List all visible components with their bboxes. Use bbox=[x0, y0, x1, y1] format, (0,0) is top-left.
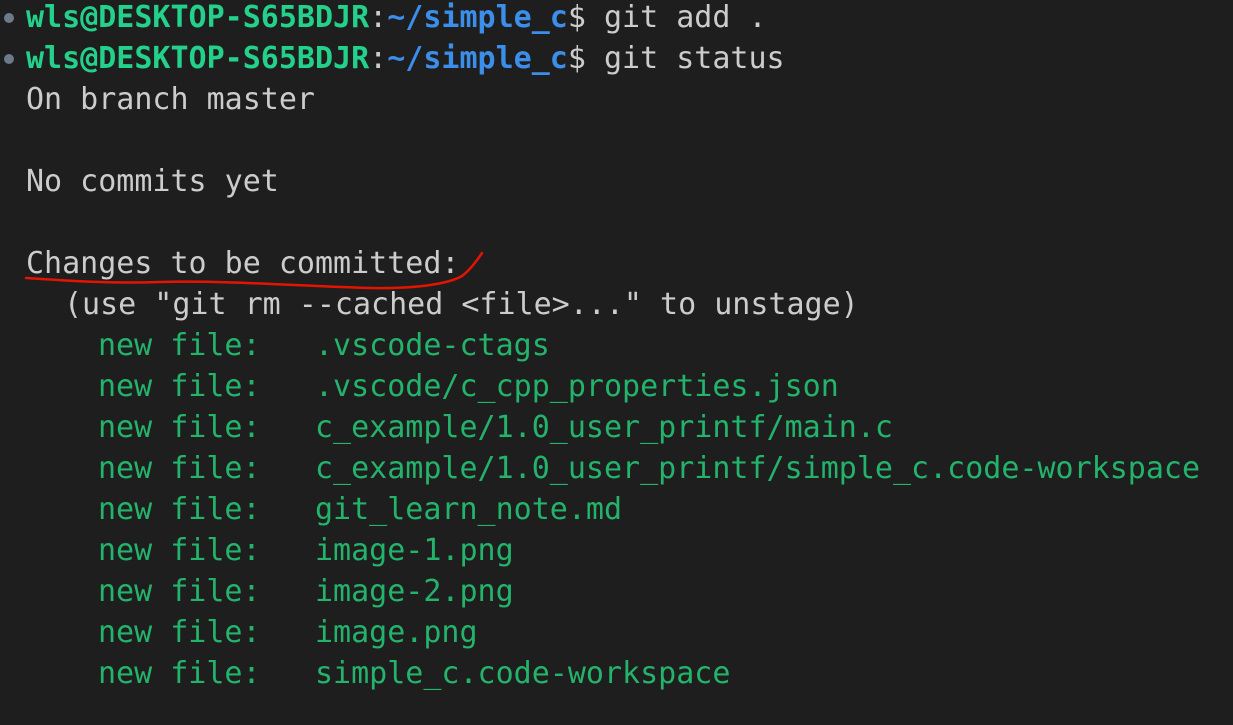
file-status: new file: bbox=[98, 410, 261, 445]
staged-file-row: new file: .vscode-ctags bbox=[98, 325, 550, 366]
file-status: new file: bbox=[98, 656, 261, 691]
staged-file-row: new file: git_learn_note.md bbox=[98, 489, 622, 530]
file-path: image-2.png bbox=[315, 574, 514, 609]
prompt-dollar: $ bbox=[567, 41, 586, 76]
file-path: .vscode/c_cpp_properties.json bbox=[315, 369, 839, 404]
prompt-user: wls@DESKTOP-S65BDJR bbox=[26, 41, 370, 76]
file-path: simple_c.code-workspace bbox=[315, 656, 731, 691]
command-decoration-icon[interactable] bbox=[4, 54, 14, 64]
file-path: .vscode-ctags bbox=[315, 328, 550, 363]
staged-file-row: new file: c_example/1.0_user_printf/simpl… bbox=[98, 448, 1200, 489]
file-status: new file: bbox=[98, 328, 261, 363]
prompt-user: wls@DESKTOP-S65BDJR bbox=[26, 0, 370, 35]
staged-file-row: new file: image-1.png bbox=[98, 530, 514, 571]
file-status: new file: bbox=[98, 369, 261, 404]
staged-file-row: new file: image.png bbox=[98, 612, 478, 653]
commits-line: No commits yet bbox=[26, 164, 279, 199]
prompt-line-1: wls@DESKTOP-S65BDJR:~/simple_c$ git add … bbox=[26, 0, 767, 38]
unstage-hint: (use "git rm --cached <file>..." to unst… bbox=[64, 287, 859, 322]
prompt-command: git status bbox=[585, 41, 785, 76]
prompt-path: ~/simple_c bbox=[387, 41, 568, 76]
file-status: new file: bbox=[98, 533, 261, 568]
prompt-colon: : bbox=[369, 0, 388, 35]
prompt-line-2: wls@DESKTOP-S65BDJR:~/simple_c$ git stat… bbox=[26, 38, 785, 79]
staged-file-row: new file: .vscode/c_cpp_properties.json bbox=[98, 366, 839, 407]
changes-header: Changes to be committed: bbox=[26, 246, 460, 281]
prompt-dollar: $ bbox=[567, 0, 586, 35]
file-path: c_example/1.0_user_printf/main.c bbox=[315, 410, 893, 445]
file-path: image-1.png bbox=[315, 533, 514, 568]
terminal-panel[interactable]: wls@DESKTOP-S65BDJR:~/simple_c$ git add … bbox=[0, 0, 1233, 725]
branch-line: On branch master bbox=[26, 82, 315, 117]
file-status: new file: bbox=[98, 451, 261, 486]
file-status: new file: bbox=[98, 574, 261, 609]
staged-file-row: new file: c_example/1.0_user_printf/main.… bbox=[98, 407, 893, 448]
staged-file-row: new file: simple_c.code-workspace bbox=[98, 653, 730, 694]
command-decoration-icon[interactable] bbox=[4, 13, 14, 23]
staged-file-row: new file: image-2.png bbox=[98, 571, 514, 612]
file-status: new file: bbox=[98, 615, 261, 650]
prompt-path: ~/simple_c bbox=[387, 0, 568, 35]
prompt-colon: : bbox=[369, 41, 388, 76]
file-path: c_example/1.0_user_printf/simple_c.code-… bbox=[315, 451, 1201, 486]
file-path: git_learn_note.md bbox=[315, 492, 623, 527]
file-path: image.png bbox=[315, 615, 478, 650]
file-status: new file: bbox=[98, 492, 261, 527]
prompt-command: git add . bbox=[585, 0, 767, 35]
